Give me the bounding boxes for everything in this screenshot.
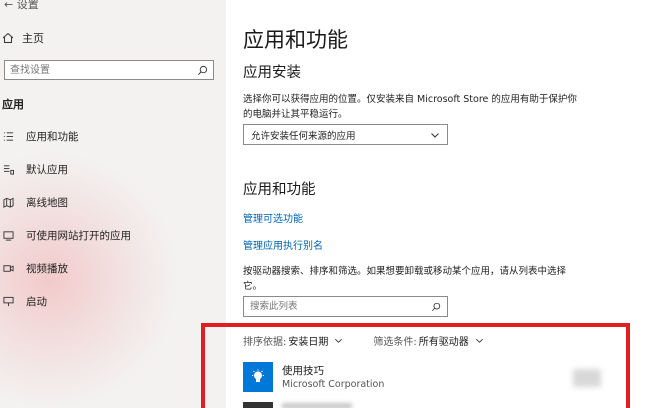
app-text: 使用技巧 Microsoft Corporation <box>282 364 384 391</box>
app-tile-partial[interactable] <box>243 402 273 408</box>
settings-search-box[interactable] <box>4 60 214 80</box>
sort-value: 安装日期 <box>288 337 329 348</box>
settings-search-input[interactable] <box>5 60 197 80</box>
sidebar-item-startup[interactable]: 启动 <box>0 285 131 318</box>
lightbulb-icon <box>252 369 264 382</box>
sidebar-item-offline-maps[interactable]: 离线地图 <box>0 186 131 219</box>
list-icon <box>3 132 14 141</box>
apps-list-search-box[interactable] <box>243 296 448 317</box>
apps-features-heading: 应用和功能 <box>243 182 316 198</box>
search-icon[interactable] <box>431 302 441 312</box>
sidebar-section-heading: 应用 <box>2 98 24 111</box>
web-open-icon <box>3 231 14 241</box>
search-icon[interactable] <box>197 65 208 76</box>
chevron-down-icon <box>335 338 343 343</box>
video-icon <box>3 265 14 272</box>
app-name-blurred <box>282 403 352 408</box>
app-install-description: 选择你可以获得应用的位置。仅安装来自 Microsoft Store 的应用有助… <box>243 94 577 120</box>
apps-list-search-input[interactable] <box>244 296 431 317</box>
sidebar-item-apps-features[interactable]: 应用和功能 <box>0 120 131 153</box>
dropdown-value: 允许安装任何来源的应用 <box>251 130 356 142</box>
manage-optional-features-link[interactable]: 管理可选功能 <box>243 210 303 225</box>
sidebar-nav-list: 应用和功能 默认应用 离线地图 可使用网站打开的应用 视频播放 启动 <box>0 120 131 318</box>
main-content: 应用和功能 应用安装 选择你可以获得应用的位置。仅安装来自 Microsoft … <box>226 0 650 408</box>
sidebar-item-home[interactable]: 主页 <box>0 28 44 48</box>
page-title: 应用和功能 <box>243 28 348 52</box>
sidebar-item-default-apps[interactable]: 默认应用 <box>0 153 131 186</box>
app-list-item[interactable]: 使用技巧 Microsoft Corporation <box>243 361 623 393</box>
app-source-dropdown[interactable]: 允许安装任何来源的应用 <box>243 124 448 145</box>
apps-list-description: 按驱动器搜索、排序和筛选。如果想要卸载或移动某个应用，请从列表中选择它。 <box>243 266 567 292</box>
filter-label: 筛选条件: <box>373 337 417 348</box>
home-icon <box>2 32 14 43</box>
app-size-blurred <box>573 369 601 387</box>
filter-value: 所有驱动器 <box>418 337 469 348</box>
default-apps-icon <box>3 165 14 175</box>
sort-by-dropdown[interactable]: 排序依据: 安装日期 <box>243 333 343 348</box>
sidebar-item-web-apps[interactable]: 可使用网站打开的应用 <box>0 219 131 252</box>
sidebar-item-label: 启动 <box>26 296 47 308</box>
app-name: 使用技巧 <box>282 364 324 377</box>
startup-icon <box>3 296 14 307</box>
app-tile <box>243 362 273 392</box>
filter-drive-dropdown[interactable]: 筛选条件: 所有驱动器 <box>373 333 483 348</box>
sidebar-item-label: 应用和功能 <box>26 131 79 143</box>
sidebar-item-label: 可使用网站打开的应用 <box>26 230 131 242</box>
window-title: ← 设置 <box>4 0 39 11</box>
sidebar-item-label: 视频播放 <box>26 263 68 275</box>
sidebar-item-label: 主页 <box>22 32 44 45</box>
filter-row: 排序依据: 安装日期 筛选条件: 所有驱动器 <box>243 333 484 348</box>
sort-label: 排序依据: <box>243 337 287 348</box>
app-install-heading: 应用安装 <box>243 65 301 81</box>
app-publisher: Microsoft Corporation <box>282 378 385 390</box>
sidebar-item-label: 离线地图 <box>26 197 68 209</box>
chevron-down-icon <box>475 338 483 343</box>
sidebar: ← 设置 主页 应用 应用和功能 <box>0 0 226 408</box>
map-icon <box>3 197 14 208</box>
sidebar-item-label: 默认应用 <box>26 164 68 176</box>
sidebar-item-video-playback[interactable]: 视频播放 <box>0 252 131 285</box>
chevron-down-icon <box>431 132 439 138</box>
manage-app-alias-link[interactable]: 管理应用执行别名 <box>243 237 323 252</box>
